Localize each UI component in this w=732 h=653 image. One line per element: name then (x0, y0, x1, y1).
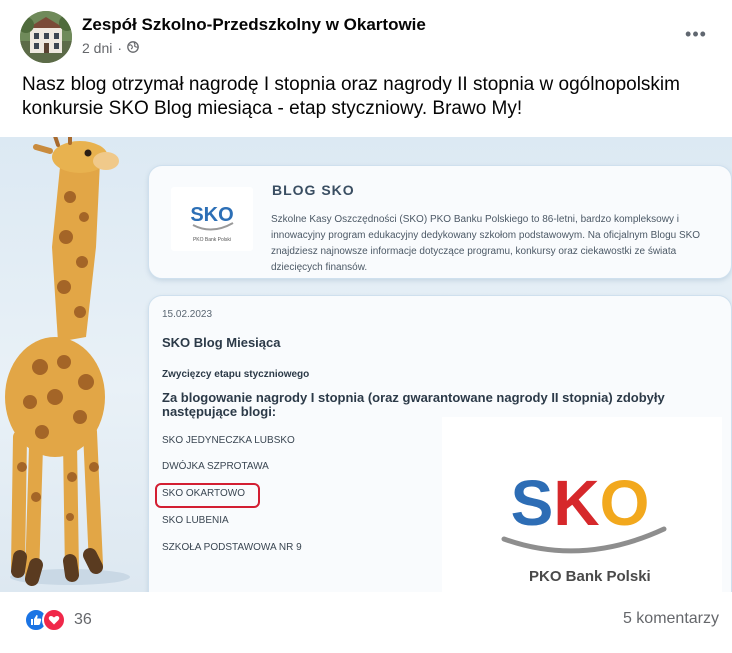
sko-big-logo: SKO (442, 417, 722, 592)
sko-small-logo: SKO PKO Bank Polski (171, 187, 253, 251)
blog-list-item: DWÓJKA SZPROTAWA (162, 461, 269, 472)
winners-heading: Zwycięzcy etapu styczniowego (162, 369, 310, 380)
award-text: Za blogowanie nagrody I stopnia (oraz gw… (162, 390, 665, 419)
love-icon[interactable] (42, 608, 66, 632)
article-title: SKO Blog Miesiąca (162, 335, 281, 350)
post-image[interactable]: SKO PKO Bank Polski BLOG SKO Szkolne Kas… (0, 137, 732, 592)
giraffe-illustration (5, 137, 130, 586)
svg-text:SKO: SKO (190, 204, 233, 226)
svg-text:SKO: SKO (511, 467, 650, 539)
page-name[interactable]: Zespół Szkolno-Przedszkolny w Okartowie (82, 15, 426, 35)
post-card: Zespół Szkolno-Przedszkolny w Okartowie … (0, 0, 732, 653)
post-text: Nasz blog otrzymał nagrodę I stopnia ora… (22, 74, 680, 119)
blog-list-item: SKO LUBENIA (162, 515, 229, 526)
avatar[interactable] (20, 11, 72, 63)
post-time[interactable]: 2 dni (82, 40, 112, 56)
blog-list-item: SZKOŁA PODSTAWOWA NR 9 (162, 542, 302, 553)
reactions-bar[interactable]: 36 (24, 608, 92, 632)
blog-list-item: SKO JEDYNECZKA LUBSKO (162, 435, 295, 446)
svg-text:PKO Bank Polski: PKO Bank Polski (193, 237, 231, 243)
reaction-count[interactable]: 36 (74, 611, 92, 629)
highlight-circle (155, 483, 260, 508)
blog-title: BLOG SKO (272, 182, 355, 198)
post-meta: 2 dni · (82, 40, 139, 56)
blog-description: Szkolne Kasy Oszczędności (SKO) PKO Bank… (271, 214, 701, 273)
globe-icon (127, 40, 139, 56)
comments-link[interactable]: 5 komentarzy (623, 610, 719, 628)
pko-bank-text: PKO Bank Polski (529, 568, 651, 585)
article-date: 15.02.2023 (162, 309, 213, 320)
more-dots-icon[interactable]: ••• (684, 22, 708, 46)
